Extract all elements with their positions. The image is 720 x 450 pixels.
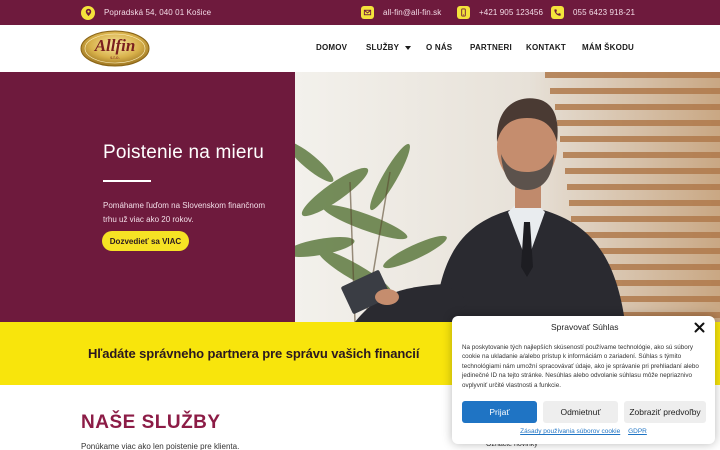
hero-title: Poistenie na mieru (103, 142, 264, 163)
cookie-preferences-button[interactable]: Zobraziť predvoľby (624, 401, 706, 423)
main-navigation: Allfin s.r.o. DOMOV SLUŽBY O NÁS PARTNER… (0, 25, 720, 72)
hero-panel (0, 72, 295, 322)
email-item[interactable]: all-fin@all-fin.sk (361, 0, 441, 25)
nav-item-mam-skodu[interactable]: MÁM ŠKODU (582, 43, 634, 52)
email-link[interactable]: all-fin@all-fin.sk (383, 8, 441, 17)
top-contact-bar: Popradská 54, 040 01 Košice all-fin@all-… (0, 0, 720, 25)
cookie-deny-button[interactable]: Odmietnuť (543, 401, 618, 423)
mobile-item[interactable]: +421 905 123456 (457, 0, 543, 25)
nav-item-o-nas[interactable]: O NÁS (426, 43, 452, 52)
address-text: Popradská 54, 040 01 Košice (104, 8, 212, 17)
phone-item[interactable]: 055 6423 918-21 (551, 0, 635, 25)
services-title: NAŠE SLUŽBY (81, 412, 221, 433)
logo-subtext: s.r.o. (110, 56, 120, 61)
hero-description: Pomáhame ľuďom na Slovenskom finančnom t… (103, 201, 265, 224)
tagline-text: Hľadáte správneho partnera pre správu va… (88, 346, 420, 361)
office-phone-link[interactable]: 055 6423 918-21 (573, 8, 635, 17)
hero-photo (295, 72, 720, 322)
cookie-dialog-text: Na poskytovanie tých najlepších skúsenos… (462, 344, 699, 389)
nav-item-sluzby[interactable]: SLUŽBY (366, 43, 412, 52)
mobile-phone-icon (457, 6, 470, 19)
caret-down-icon (405, 45, 412, 50)
nav-item-sluzby-label: SLUŽBY (366, 43, 400, 52)
allfin-logo[interactable]: Allfin s.r.o. (80, 30, 150, 67)
cookie-policy-link[interactable]: Zásady používania súborov cookie (520, 428, 620, 435)
learn-more-button[interactable]: Dozvedieť sa VIAC (102, 231, 189, 251)
location-pin-icon (81, 5, 95, 20)
close-icon[interactable] (693, 321, 706, 334)
nav-item-kontakt[interactable]: KONTAKT (526, 43, 566, 52)
cookie-accept-button[interactable]: Prijať (462, 401, 537, 423)
services-subtitle: Ponúkame viac ako len poistenie pre klie… (81, 442, 240, 450)
logo-text: Allfin (94, 36, 136, 55)
cookie-links: Zásady používania súborov cookie GDPR (452, 428, 715, 435)
mobile-phone-link[interactable]: +421 905 123456 (479, 8, 543, 17)
nav-item-partneri[interactable]: PARTNERI (470, 43, 512, 52)
hero-divider (103, 180, 151, 182)
phone-icon (551, 6, 564, 19)
nav-item-domov[interactable]: DOMOV (316, 43, 347, 52)
cookie-consent-dialog: Spravovať Súhlas Na poskytovanie tých na… (452, 316, 715, 444)
gdpr-link[interactable]: GDPR (628, 428, 647, 435)
cookie-dialog-title: Spravovať Súhlas (551, 322, 619, 332)
address-item: Popradská 54, 040 01 Košice (81, 0, 211, 25)
envelope-icon (361, 6, 374, 19)
